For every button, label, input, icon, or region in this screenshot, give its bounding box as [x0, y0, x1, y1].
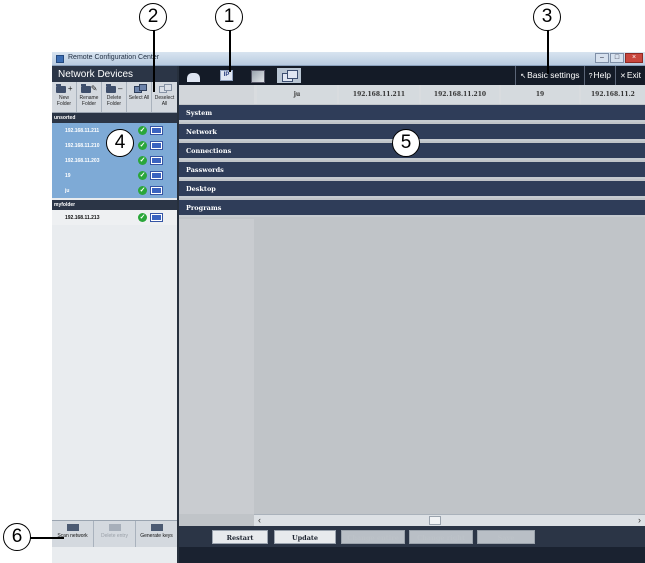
column-header[interactable]: ju — [257, 85, 337, 104]
horizontal-scrollbar[interactable]: ‹ › — [254, 514, 645, 526]
sidebar-heading: Network Devices — [52, 66, 177, 82]
save-button[interactable]: Save — [477, 530, 535, 544]
window-title: Remote Configuration Center — [68, 54, 160, 61]
monitor-icon — [150, 171, 163, 180]
callout-2: 2 — [139, 3, 167, 31]
monitor-icon — [150, 156, 163, 165]
status-ok-icon: ✓ — [138, 213, 147, 222]
multi-device-icon[interactable] — [277, 68, 301, 83]
minimize-icon[interactable]: – — [595, 53, 609, 63]
status-ok-icon: ✓ — [138, 186, 147, 195]
select-all-button[interactable]: Select All — [127, 82, 152, 112]
callout-3-line — [547, 30, 549, 74]
device-item[interactable]: 192.168.11.213 ✓ — [52, 210, 177, 225]
ip-icon[interactable]: IP — [217, 68, 237, 83]
deselect-all-icon — [156, 84, 173, 93]
select-all-icon — [131, 84, 148, 93]
status-ok-icon: ✓ — [138, 141, 147, 150]
delete-entry-icon — [108, 524, 121, 531]
column-header-blank — [179, 85, 254, 104]
callout-6: 6 — [3, 523, 31, 551]
app-window: Remote Configuration Center – □ × Networ… — [52, 52, 645, 563]
basic-settings-link[interactable]: ↖Basic settings — [515, 66, 583, 85]
rename-folder-icon: ✎ — [80, 84, 98, 93]
column-header[interactable]: 192.168.11.211 — [339, 85, 419, 104]
monitor-icon — [150, 141, 163, 150]
help-icon: ? — [588, 73, 593, 80]
help-link[interactable]: ?Help — [583, 66, 615, 85]
scroll-left-icon[interactable]: ‹ — [258, 516, 261, 525]
key-icon — [150, 524, 163, 531]
restart-button[interactable]: Restart — [212, 530, 268, 544]
monitor-icon — [150, 213, 163, 222]
group-header-unsorted[interactable]: unsorted — [52, 113, 177, 123]
exit-icon: ✕ — [619, 73, 626, 80]
callout-1-line — [229, 30, 231, 72]
maximize-icon[interactable]: □ — [610, 53, 624, 63]
monitor-icon — [150, 126, 163, 135]
generate-keys-button[interactable]: Generate keys — [136, 521, 177, 547]
exit-link[interactable]: ✕Exit — [614, 66, 645, 85]
new-folder-icon: + — [55, 84, 73, 93]
label-column — [179, 219, 254, 514]
deselect-all-button[interactable]: Deselect All — [152, 82, 177, 112]
device-column-header: ju 192.168.11.211 192.168.11.210 19 192.… — [179, 85, 645, 104]
callout-6-line — [30, 537, 64, 539]
delete-folder-button[interactable]: – Delete Folder — [102, 82, 127, 112]
wrench-icon: ↖ — [520, 73, 527, 80]
rename-folder-button[interactable]: ✎ Rename Folder — [77, 82, 102, 112]
close-icon[interactable]: × — [625, 53, 643, 63]
group-header-myfolder[interactable]: myfolder — [52, 200, 177, 210]
change-right-line-button[interactable]: Change right line — [409, 530, 473, 556]
title-bar: Remote Configuration Center – □ × — [52, 52, 645, 66]
column-header[interactable]: 192.168.11.2 — [581, 85, 645, 104]
status-ok-icon: ✓ — [138, 171, 147, 180]
top-links: ↖Basic settings ?Help ✕Exit — [515, 66, 645, 85]
action-bar: Restart Update Change entire line Change… — [179, 526, 645, 556]
scan-network-icon — [66, 524, 79, 531]
status-ok-icon: ✓ — [138, 156, 147, 165]
section-desktop[interactable]: Desktop — [179, 181, 645, 198]
section-passwords[interactable]: Passwords — [179, 162, 645, 179]
change-entire-line-button[interactable]: Change entire line — [341, 530, 405, 556]
scroll-right-icon[interactable]: › — [638, 516, 641, 525]
app-icon — [56, 55, 64, 63]
device-item[interactable]: 19 ✓ — [52, 168, 177, 183]
callout-4: 4 — [106, 129, 134, 157]
section-system[interactable]: System — [179, 105, 645, 122]
device-item[interactable]: ju ✓ — [52, 183, 177, 198]
delete-folder-icon: – — [105, 84, 123, 93]
callout-2-line — [153, 30, 155, 92]
status-ok-icon: ✓ — [138, 126, 147, 135]
section-programs[interactable]: Programs — [179, 200, 645, 217]
sidebar-bottom-toolbar: Scan network Delete entry Generate keys — [52, 520, 177, 547]
update-button[interactable]: Update — [274, 530, 336, 544]
callout-5: 5 — [392, 129, 420, 157]
monitor-icon — [150, 186, 163, 195]
scan-network-button[interactable]: Scan network — [52, 521, 94, 547]
callout-1: 1 — [215, 3, 243, 31]
scroll-thumb[interactable] — [429, 516, 441, 525]
column-header[interactable]: 192.168.11.210 — [421, 85, 499, 104]
window-controls: – □ × — [595, 53, 643, 64]
top-navigation: IP ↖Basic settings ?Help ✕Exit — [179, 66, 645, 85]
screen-icon[interactable] — [248, 68, 268, 83]
delete-entry-button[interactable]: Delete entry — [94, 521, 136, 547]
home-icon[interactable] — [185, 68, 205, 83]
column-header[interactable]: 19 — [501, 85, 579, 104]
callout-3: 3 — [533, 3, 561, 31]
new-folder-button[interactable]: + New Folder — [52, 82, 77, 112]
folder-toolbar: + New Folder ✎ Rename Folder – Delete Fo… — [52, 82, 177, 113]
status-footer — [179, 547, 645, 563]
